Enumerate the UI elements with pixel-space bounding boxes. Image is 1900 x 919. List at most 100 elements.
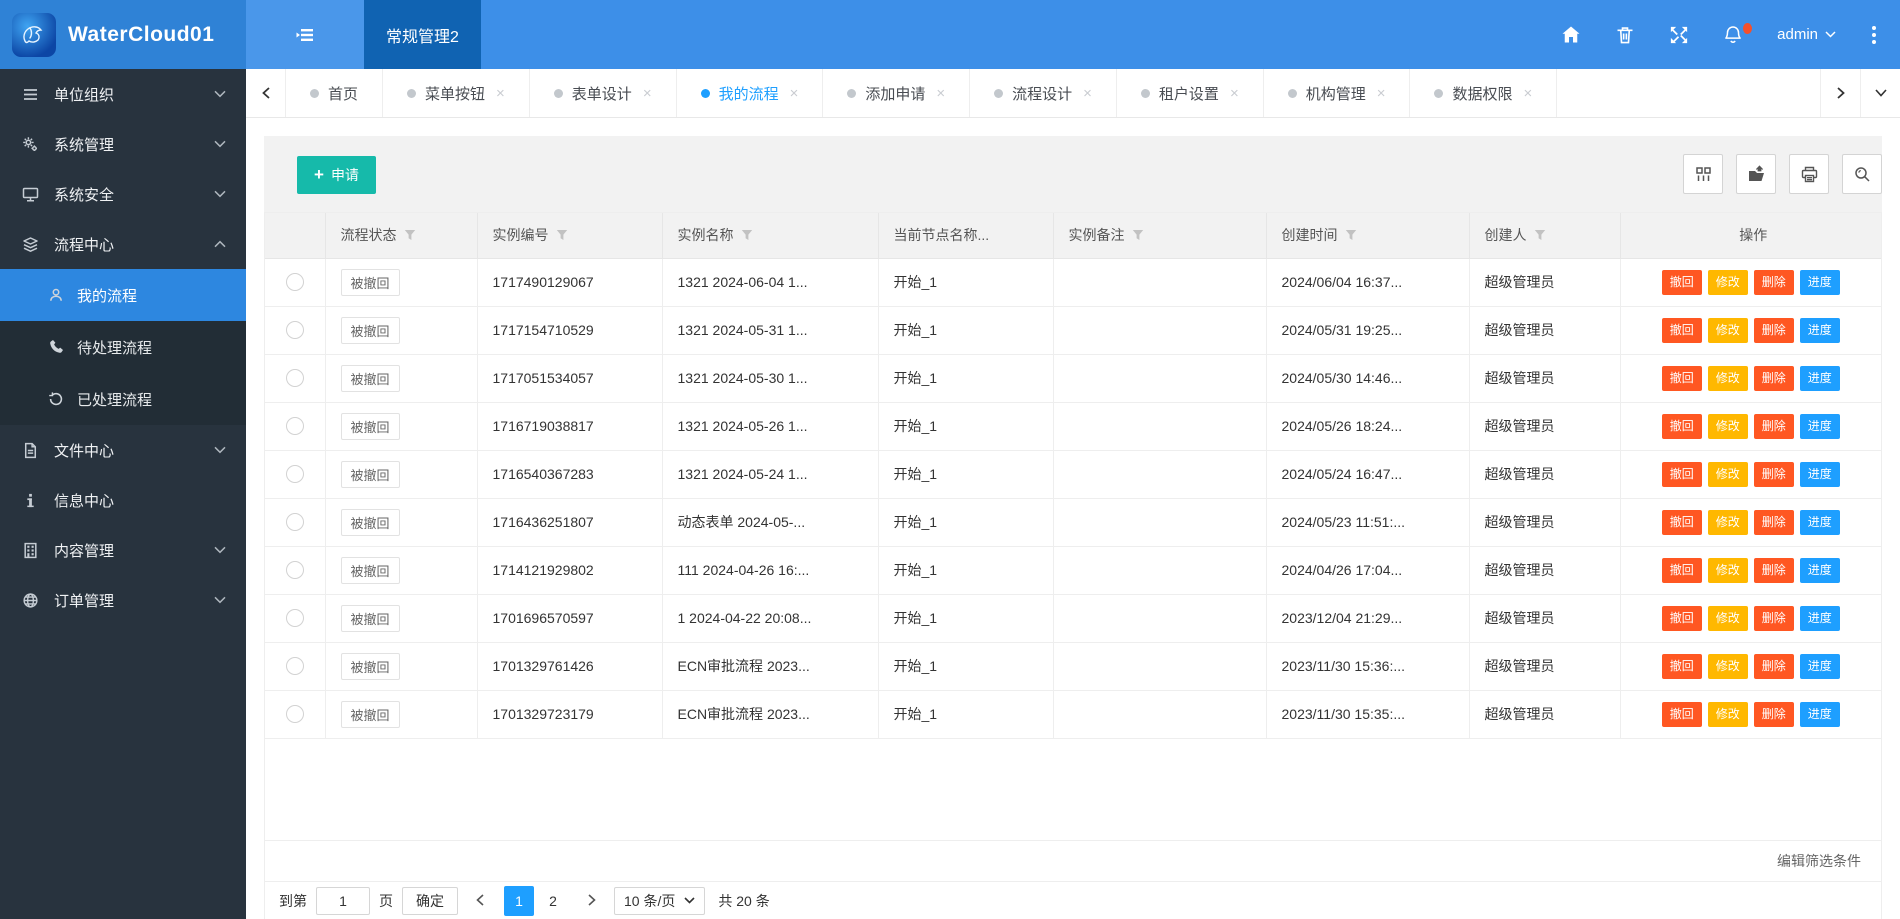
tab-首页[interactable]: 首页 <box>286 69 384 117</box>
filter-icon[interactable] <box>734 227 753 243</box>
action-button-删除[interactable]: 删除 <box>1753 365 1794 391</box>
action-button-修改[interactable]: 修改 <box>1707 653 1748 679</box>
sidebar-item-流程中心[interactable]: 流程中心 <box>0 219 246 269</box>
action-button-修改[interactable]: 修改 <box>1707 701 1748 727</box>
tab-添加申请[interactable]: 添加申请 × <box>823 69 971 117</box>
action-button-修改[interactable]: 修改 <box>1707 269 1748 295</box>
workspace-tab[interactable]: 常规管理2 <box>364 0 481 69</box>
sidebar-item-内容管理[interactable]: 内容管理 <box>0 525 246 575</box>
action-button-修改[interactable]: 修改 <box>1707 509 1748 535</box>
action-button-撤回[interactable]: 撤回 <box>1661 365 1702 391</box>
tab-机构管理[interactable]: 机构管理 × <box>1264 69 1411 117</box>
home-icon[interactable] <box>1561 25 1581 45</box>
confirm-page-button[interactable]: 确定 <box>402 886 458 915</box>
prev-page-button[interactable] <box>467 893 493 909</box>
action-button-进度[interactable]: 进度 <box>1799 365 1840 391</box>
tab-租户设置[interactable]: 租户设置 × <box>1117 69 1264 117</box>
action-button-撤回[interactable]: 撤回 <box>1661 317 1702 343</box>
action-button-进度[interactable]: 进度 <box>1799 461 1840 487</box>
page-size-select[interactable]: 10 条/页 <box>614 886 706 915</box>
action-button-进度[interactable]: 进度 <box>1799 317 1840 343</box>
action-button-修改[interactable]: 修改 <box>1707 605 1748 631</box>
action-button-撤回[interactable]: 撤回 <box>1661 413 1702 439</box>
action-button-进度[interactable]: 进度 <box>1799 653 1840 679</box>
tab-流程设计[interactable]: 流程设计 × <box>970 69 1117 117</box>
tab-close-icon[interactable]: × <box>790 85 799 102</box>
sidebar-item-待处理流程[interactable]: 待处理流程 <box>0 321 246 373</box>
filter-icon[interactable] <box>397 227 416 243</box>
tab-close-icon[interactable]: × <box>1524 85 1533 102</box>
action-button-撤回[interactable]: 撤回 <box>1661 269 1702 295</box>
filter-icon[interactable] <box>1338 227 1357 243</box>
sidebar-item-文件中心[interactable]: 文件中心 <box>0 425 246 475</box>
sidebar-item-我的流程[interactable]: 我的流程 <box>0 269 246 321</box>
row-radio[interactable] <box>285 561 304 580</box>
action-button-撤回[interactable]: 撤回 <box>1661 653 1702 679</box>
action-button-修改[interactable]: 修改 <box>1707 365 1748 391</box>
action-button-修改[interactable]: 修改 <box>1707 317 1748 343</box>
column-header-实例备注[interactable]: 实例备注 <box>1053 213 1267 259</box>
action-button-删除[interactable]: 删除 <box>1753 701 1794 727</box>
action-button-进度[interactable]: 进度 <box>1799 557 1840 583</box>
column-header-创建人[interactable]: 创建人 <box>1469 213 1621 259</box>
print-tool-button[interactable] <box>1789 154 1829 194</box>
action-button-撤回[interactable]: 撤回 <box>1661 461 1702 487</box>
action-button-撤回[interactable]: 撤回 <box>1661 605 1702 631</box>
tab-close-icon[interactable]: × <box>496 85 505 102</box>
sidebar-item-系统管理[interactable]: 系统管理 <box>0 119 246 169</box>
row-radio[interactable] <box>285 321 304 340</box>
action-button-撤回[interactable]: 撤回 <box>1661 509 1702 535</box>
tabs-menu-button[interactable] <box>1860 69 1900 117</box>
row-radio[interactable] <box>285 273 304 292</box>
page-number-1[interactable]: 1 <box>504 885 534 916</box>
row-radio[interactable] <box>285 513 304 532</box>
user-menu[interactable]: admin <box>1777 26 1836 43</box>
action-button-撤回[interactable]: 撤回 <box>1661 557 1702 583</box>
action-button-删除[interactable]: 删除 <box>1753 413 1794 439</box>
bell-icon[interactable] <box>1723 22 1753 45</box>
trash-icon[interactable] <box>1615 25 1635 45</box>
tab-close-icon[interactable]: × <box>936 85 945 102</box>
search-tool-button[interactable] <box>1842 154 1882 194</box>
tab-close-icon[interactable]: × <box>1377 85 1386 102</box>
tab-close-icon[interactable]: × <box>1083 85 1092 102</box>
tab-菜单按钮[interactable]: 菜单按钮 × <box>383 69 530 117</box>
tabs-scroll-right-button[interactable] <box>1820 69 1860 117</box>
page-number-2[interactable]: 2 <box>538 886 568 916</box>
sidebar-item-信息中心[interactable]: 信息中心 <box>0 475 246 525</box>
action-button-删除[interactable]: 删除 <box>1753 557 1794 583</box>
action-button-删除[interactable]: 删除 <box>1753 461 1794 487</box>
action-button-删除[interactable]: 删除 <box>1753 317 1794 343</box>
action-button-进度[interactable]: 进度 <box>1799 269 1840 295</box>
sidebar-item-订单管理[interactable]: 订单管理 <box>0 575 246 625</box>
tab-表单设计[interactable]: 表单设计 × <box>530 69 677 117</box>
apply-button[interactable]: + 申请 <box>297 156 376 194</box>
sidebar-item-单位组织[interactable]: 单位组织 <box>0 69 246 119</box>
action-button-进度[interactable]: 进度 <box>1799 605 1840 631</box>
action-button-修改[interactable]: 修改 <box>1707 413 1748 439</box>
tab-close-icon[interactable]: × <box>643 85 652 102</box>
column-header-实例编号[interactable]: 实例编号 <box>477 213 663 259</box>
edit-filter-link[interactable]: 编辑筛选条件 <box>1777 851 1861 871</box>
action-button-进度[interactable]: 进度 <box>1799 413 1840 439</box>
columns-tool-button[interactable] <box>1683 154 1723 194</box>
row-radio[interactable] <box>285 657 304 676</box>
action-button-删除[interactable]: 删除 <box>1753 653 1794 679</box>
tab-数据权限[interactable]: 数据权限 × <box>1410 69 1558 117</box>
tab-close-icon[interactable]: × <box>1230 85 1239 102</box>
fullscreen-icon[interactable] <box>1669 25 1689 45</box>
row-radio[interactable] <box>285 417 304 436</box>
next-page-button[interactable] <box>579 893 605 909</box>
column-header-流程状态[interactable]: 流程状态 <box>325 213 478 259</box>
action-button-修改[interactable]: 修改 <box>1707 557 1748 583</box>
row-radio[interactable] <box>285 705 304 724</box>
filter-icon[interactable] <box>1527 227 1546 243</box>
brand[interactable]: WaterCloud01 <box>0 0 246 69</box>
sidebar-fold-button[interactable] <box>246 0 364 69</box>
row-radio[interactable] <box>285 369 304 388</box>
tab-我的流程[interactable]: 我的流程 × <box>677 69 824 117</box>
action-button-进度[interactable]: 进度 <box>1799 509 1840 535</box>
sidebar-item-系统安全[interactable]: 系统安全 <box>0 169 246 219</box>
sidebar-item-已处理流程[interactable]: 已处理流程 <box>0 373 246 425</box>
column-header-创建时间[interactable]: 创建时间 <box>1266 213 1470 259</box>
